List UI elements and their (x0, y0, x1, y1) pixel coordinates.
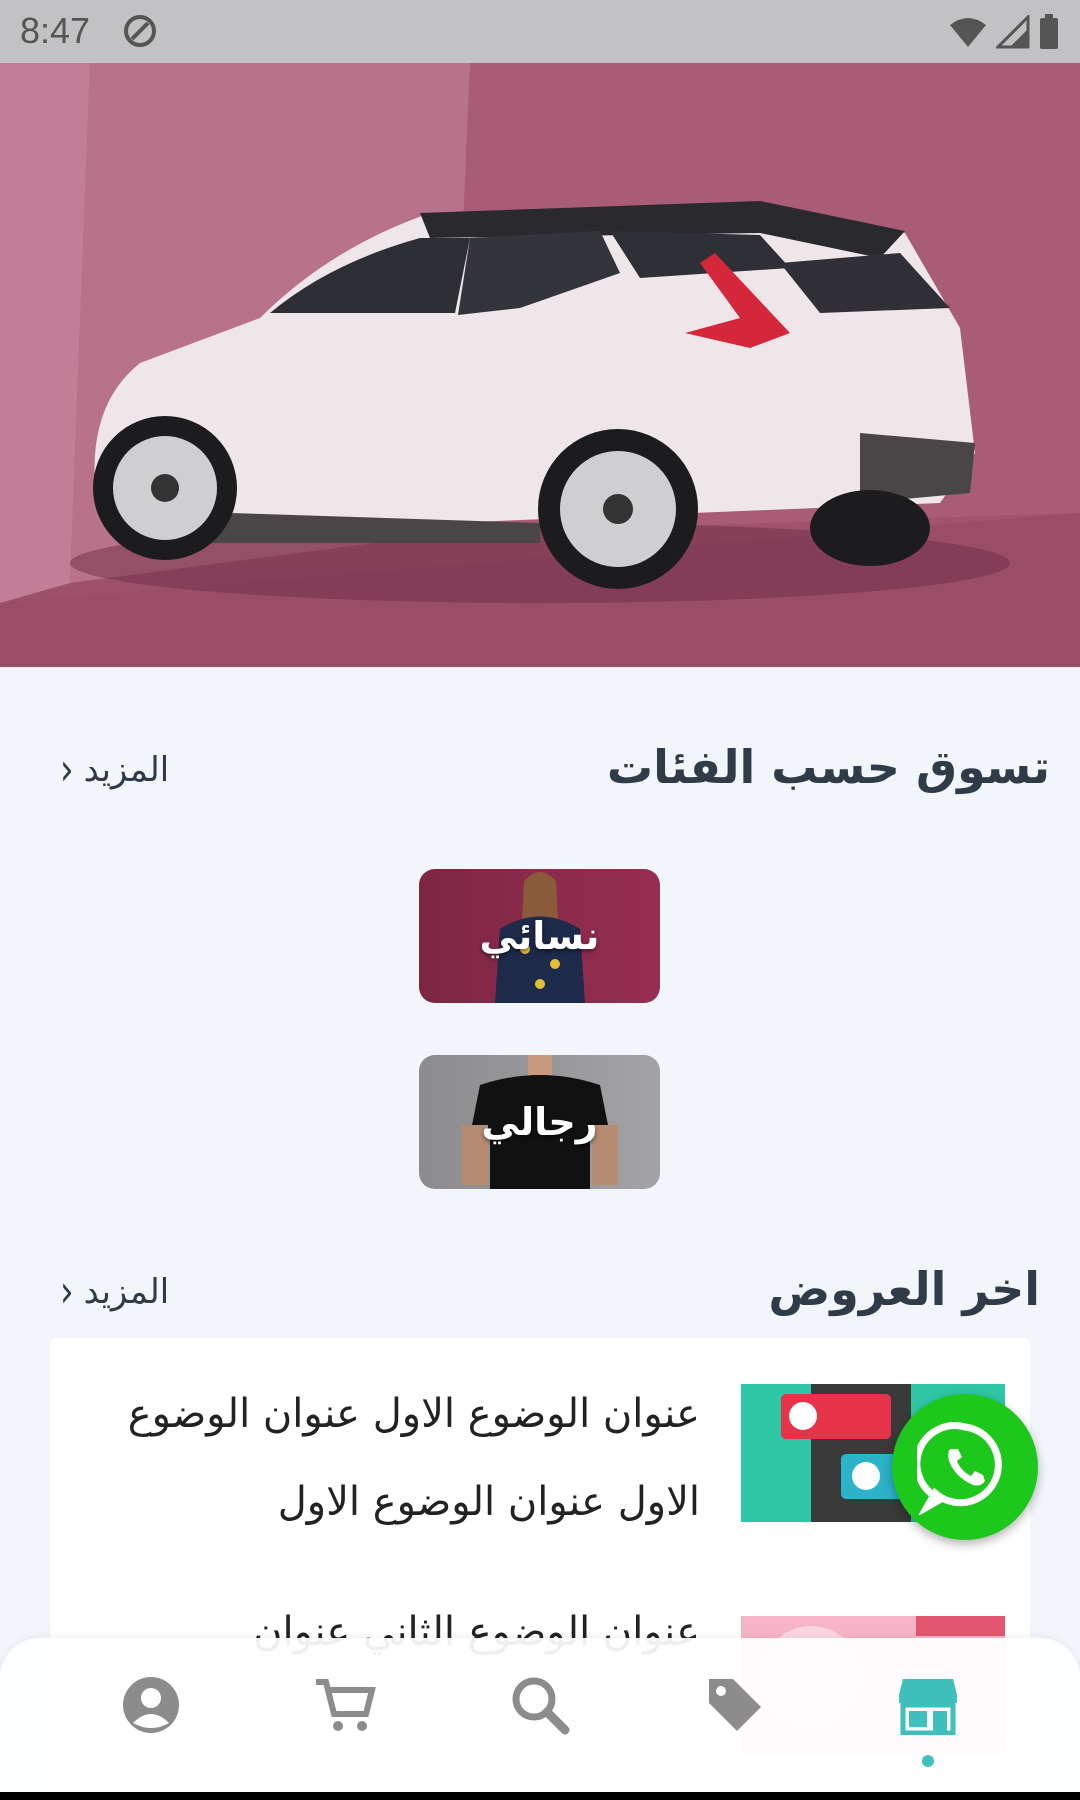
hero-banner[interactable] (0, 63, 1080, 667)
car-image (0, 63, 1080, 667)
wifi-icon (950, 18, 986, 47)
chevron-left-icon: ‹ (60, 1266, 74, 1318)
nav-offers[interactable] (700, 1670, 770, 1740)
signal-icon (996, 15, 1030, 49)
category-women[interactable]: نسائي (419, 869, 660, 1003)
category-label: نسائي (479, 914, 600, 958)
nav-store[interactable] (893, 1670, 963, 1740)
nav-profile[interactable] (116, 1670, 186, 1740)
more-label: المزيد (83, 750, 170, 790)
status-bar: 8:47 (0, 0, 1080, 63)
offers-header: اخر العروض المزيد ‹ (0, 1262, 1080, 1332)
more-label: المزيد (83, 1272, 170, 1312)
store-icon (899, 1679, 957, 1735)
offer-title: عنوان الوضوع الاول عنوان الوضوع الاول عن… (127, 1391, 700, 1525)
nav-cart[interactable] (310, 1670, 380, 1740)
front-wheel (93, 416, 237, 560)
tag-icon (709, 1679, 761, 1731)
cart-icon (316, 1679, 376, 1731)
dnd-icon (124, 15, 156, 47)
categories-title: تسوق حسب الفئات (606, 740, 1050, 794)
profile-icon (123, 1677, 179, 1733)
status-time: 8:47 (20, 10, 91, 51)
battery-icon (1040, 14, 1058, 49)
category-men[interactable]: رجالي (419, 1055, 660, 1189)
rear-wheel (538, 429, 698, 589)
whatsapp-icon (917, 1422, 1002, 1515)
search-icon (512, 1677, 570, 1735)
chevron-left-icon: ‹ (60, 744, 74, 796)
whatsapp-button[interactable] (892, 1394, 1038, 1540)
category-label: رجالي (481, 1100, 598, 1144)
categories-more-link[interactable]: المزيد ‹ (60, 744, 170, 796)
nav-search[interactable] (505, 1670, 575, 1740)
offers-title: اخر العروض (768, 1262, 1040, 1316)
offers-more-link[interactable]: المزيد ‹ (60, 1266, 170, 1318)
bottom-nav (0, 1638, 1080, 1800)
active-indicator (922, 1755, 934, 1767)
system-gesture-bar (0, 1792, 1080, 1800)
categories-header: تسوق حسب الفئات المزيد ‹ (0, 740, 1080, 810)
